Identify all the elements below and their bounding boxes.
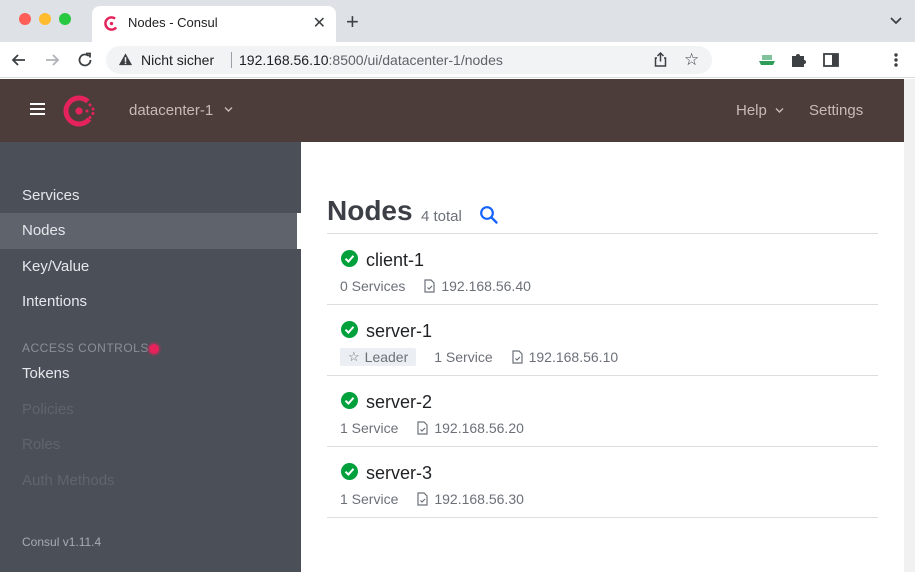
tab-close-icon[interactable]: ✕ [313, 13, 326, 33]
chevron-down-icon[interactable] [775, 106, 784, 115]
node-services-count: 1 Service [340, 491, 399, 507]
node-address: 192.168.56.30 [434, 491, 524, 507]
help-menu[interactable]: Help [736, 102, 767, 119]
node-row-server-2[interactable]: server-2 1 Service 192.168.56.20 [327, 376, 878, 447]
node-services-count: 1 Service [434, 349, 493, 365]
search-icon[interactable] [479, 205, 499, 225]
warning-icon[interactable] [118, 52, 133, 67]
menu-dots-icon[interactable] [889, 49, 903, 71]
browser-tab-bar: Nodes - Consul ✕ + [0, 0, 915, 42]
node-row-client-1[interactable]: client-1 0 Services 192.168.56.40 [327, 234, 878, 305]
insecure-label[interactable]: Nicht sicher [141, 52, 214, 68]
node-meta: 1 Service 192.168.56.20 [340, 418, 524, 438]
page-title: Nodes [327, 195, 413, 226]
sidebar-item-roles: Roles [22, 436, 61, 453]
consul-version: Consul v1.11.4 [22, 535, 102, 549]
node-address: 192.168.56.40 [441, 278, 531, 294]
node-address: 192.168.56.10 [528, 349, 619, 365]
address-icon [417, 492, 428, 506]
sidebar-item-key-value[interactable]: Key/Value [0, 249, 301, 285]
url-host: 192.168.56.10 [239, 52, 329, 68]
share-icon[interactable] [652, 51, 669, 68]
extension-green-icon[interactable] [756, 49, 778, 71]
window-minimize-button[interactable] [39, 13, 51, 25]
address-icon [512, 350, 523, 364]
tab-title: Nodes - Consul [128, 15, 218, 30]
node-name[interactable]: server-1 [366, 321, 432, 342]
forward-arrow-icon[interactable] [42, 50, 62, 70]
node-name[interactable]: server-2 [366, 392, 432, 413]
address-separator [231, 52, 232, 68]
check-circle-icon [341, 321, 358, 338]
address-icon [424, 279, 435, 293]
sidebar-item-auth-methods: Auth Methods [22, 472, 115, 489]
star-icon: ☆ [348, 349, 360, 364]
url-text[interactable]: 192.168.56.10:8500/ui/datacenter-1/nodes [239, 52, 503, 68]
address-bar[interactable]: Nicht sicher 192.168.56.10:8500/ui/datac… [106, 46, 712, 74]
check-circle-icon [341, 250, 358, 267]
sidebar-item-services[interactable]: Services [0, 178, 301, 214]
node-meta: ☆ Leader 1 Service 192.168.56.10 [340, 347, 618, 367]
sidepanel-icon[interactable] [820, 49, 842, 71]
consul-logo-icon[interactable] [62, 93, 98, 129]
browser-toolbar: Nicht sicher 192.168.56.10:8500/ui/datac… [0, 42, 915, 114]
access-controls-status-dot [149, 344, 159, 354]
node-row-server-1[interactable]: server-1 ☆ Leader 1 Service 192.168.56.1… [327, 305, 878, 376]
sidebar-item-policies: Policies [22, 401, 74, 418]
sidebar-item-tokens[interactable]: Tokens [0, 356, 301, 392]
check-circle-icon [341, 392, 358, 409]
puzzle-icon[interactable] [788, 49, 810, 71]
hamburger-icon[interactable] [30, 103, 45, 116]
access-controls-heading: ACCESS CONTROLS [22, 341, 149, 355]
node-services-count: 0 Services [340, 278, 406, 294]
node-name[interactable]: server-3 [366, 463, 432, 484]
window-close-button[interactable] [19, 13, 31, 25]
node-services-count: 1 Service [340, 420, 399, 436]
new-tab-button[interactable]: + [346, 9, 359, 35]
consul-favicon-icon [104, 16, 119, 31]
check-circle-icon [341, 463, 358, 480]
nodes-count: 4 total [421, 208, 462, 225]
settings-link[interactable]: Settings [809, 102, 863, 119]
node-meta: 1 Service 192.168.56.30 [340, 489, 524, 509]
main-content: Nodes 4 total client-1 0 Services 192.16… [301, 142, 904, 572]
address-icon [417, 421, 428, 435]
node-address: 192.168.56.20 [434, 420, 524, 436]
datacenter-select[interactable]: datacenter-1 [129, 102, 213, 119]
node-name[interactable]: client-1 [366, 250, 424, 271]
bookmark-star-icon[interactable]: ☆ [684, 50, 699, 70]
tab-search-chevron-icon[interactable] [889, 14, 903, 28]
chevron-down-icon[interactable] [224, 105, 233, 114]
node-row-server-3[interactable]: server-3 1 Service 192.168.56.30 [327, 447, 878, 518]
page-scrollbar[interactable] [904, 79, 915, 572]
sidebar: Services Nodes Key/Value Intentions ACCE… [0, 142, 319, 572]
consul-header: datacenter-1 Help Settings [0, 79, 904, 142]
url-path: :8500/ui/datacenter-1/nodes [328, 52, 503, 68]
browser-tab-active[interactable]: Nodes - Consul ✕ [92, 6, 336, 42]
sidebar-item-nodes[interactable]: Nodes [0, 213, 297, 249]
back-arrow-icon[interactable] [9, 50, 29, 70]
window-maximize-button[interactable] [59, 13, 71, 25]
reload-icon[interactable] [75, 50, 95, 70]
leader-badge: ☆ Leader [340, 348, 417, 366]
node-meta: 0 Services 192.168.56.40 [340, 276, 531, 296]
leader-label: Leader [364, 349, 409, 365]
sidebar-item-intentions[interactable]: Intentions [0, 284, 301, 320]
